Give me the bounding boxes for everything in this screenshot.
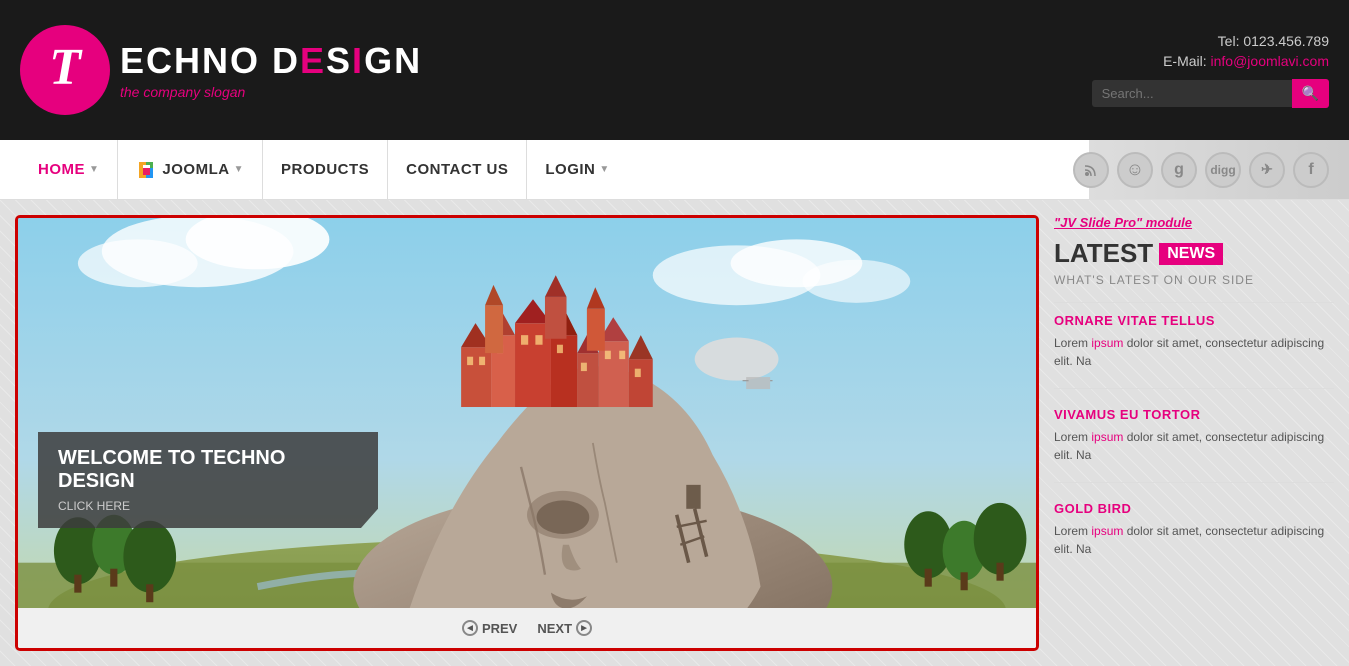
twitter-icon[interactable]: ✈ [1249, 152, 1285, 188]
logo-letter: T [49, 42, 81, 94]
login-arrow: ▼ [599, 164, 609, 175]
news-item-2: VIVAMUS EU TORTOR Lorem ipsum dolor sit … [1054, 407, 1334, 483]
slider-area: WELCOME TO TECHNO DESIGN CLICK HERE ◄ PR… [15, 215, 1039, 651]
prev-button[interactable]: ◄ PREV [462, 620, 517, 636]
divider [1054, 302, 1334, 303]
news-item-3: GOLD BIRD Lorem ipsum dolor sit amet, co… [1054, 501, 1334, 576]
news-excerpt-2: Lorem ipsum dolor sit amet, consectetur … [1054, 428, 1334, 464]
news-title-2[interactable]: VIVAMUS EU TORTOR [1054, 407, 1334, 422]
tel-info: Tel: 0123.456.789 [1092, 33, 1329, 49]
home-arrow: ▼ [89, 164, 99, 175]
nav-item-contact[interactable]: CONTACT US [388, 140, 527, 200]
jv-slide-label: "JV Slide Pro" module [1054, 215, 1334, 230]
header-contact: Tel: 0123.456.789 E-Mail: info@joomlavi.… [1092, 33, 1329, 108]
next-button[interactable]: NEXT ► [537, 620, 592, 636]
next-arrow: ► [576, 620, 592, 636]
nav-item-products[interactable]: PRODUCTS [263, 140, 388, 200]
email-info: E-Mail: info@joomlavi.com [1092, 53, 1329, 69]
email-link[interactable]: info@joomlavi.com [1211, 53, 1329, 69]
nav-item-home[interactable]: HOME ▼ [20, 140, 118, 200]
site-header: T echno DesiGn the company slogan Tel: 0… [0, 0, 1349, 140]
slider-inner: WELCOME TO TECHNO DESIGN CLICK HERE [18, 218, 1036, 608]
news-title-3[interactable]: GOLD BIRD [1054, 501, 1334, 516]
google-icon[interactable]: g [1161, 152, 1197, 188]
search-button[interactable]: 🔍 [1292, 79, 1329, 108]
search-bar: 🔍 [1092, 79, 1329, 108]
search-input[interactable] [1092, 80, 1292, 107]
logo-title: echno DesiGn [120, 40, 422, 82]
news-link-3[interactable]: ipsum [1091, 524, 1123, 538]
tel-number: 0123.456.789 [1243, 33, 1329, 49]
main-content: WELCOME TO TECHNO DESIGN CLICK HERE ◄ PR… [0, 200, 1349, 666]
news-badge: NEWS [1159, 243, 1223, 265]
whats-latest-label: WHAT'S LATEST ON OUR SIDE [1054, 273, 1334, 287]
logo-circle[interactable]: T [20, 25, 110, 115]
nav-item-login[interactable]: LOGIN ▼ [527, 140, 627, 200]
latest-label: LATEST [1054, 238, 1153, 269]
news-link-2[interactable]: ipsum [1091, 430, 1123, 444]
news-excerpt-1: Lorem ipsum dolor sit amet, consectetur … [1054, 334, 1334, 370]
news-link-1[interactable]: ipsum [1091, 336, 1123, 350]
prev-arrow: ◄ [462, 620, 478, 636]
news-title-1[interactable]: ORNARE VITAE TELLUS [1054, 313, 1334, 328]
nav-item-joomla[interactable]: JOOMLA ▼ [118, 140, 263, 200]
slide-image: WELCOME TO TECHNO DESIGN CLICK HERE [18, 218, 1036, 608]
joomla-icon [136, 160, 156, 180]
slide-subtitle[interactable]: CLICK HERE [58, 499, 358, 513]
slide-svg [18, 218, 1036, 608]
main-nav: HOME ▼ JOOMLA ▼ PRODUCTS CONTACT US LOGI… [0, 140, 1349, 200]
social-icons: ☺ g digg ✈ f [1073, 152, 1329, 188]
news-item-1: ORNARE VITAE TELLUS Lorem ipsum dolor si… [1054, 313, 1334, 389]
logo-area: T echno DesiGn the company slogan [20, 25, 422, 115]
right-sidebar: "JV Slide Pro" module LATEST NEWS WHAT'S… [1054, 215, 1334, 651]
nav-links: HOME ▼ JOOMLA ▼ PRODUCTS CONTACT US LOGI… [20, 140, 628, 200]
news-excerpt-3: Lorem ipsum dolor sit amet, consectetur … [1054, 522, 1334, 558]
digg-icon[interactable]: digg [1205, 152, 1241, 188]
rss-icon[interactable] [1073, 152, 1109, 188]
reddit-icon[interactable]: ☺ [1117, 152, 1153, 188]
slide-caption: WELCOME TO TECHNO DESIGN CLICK HERE [38, 432, 378, 528]
joomla-arrow: ▼ [234, 164, 244, 175]
slide-title: WELCOME TO TECHNO DESIGN [58, 447, 358, 493]
latest-news-header: LATEST NEWS [1054, 238, 1334, 269]
facebook-icon[interactable]: f [1293, 152, 1329, 188]
slide-nav: ◄ PREV NEXT ► [18, 608, 1036, 648]
logo-text: echno DesiGn the company slogan [120, 40, 422, 100]
logo-slogan: the company slogan [120, 84, 422, 100]
